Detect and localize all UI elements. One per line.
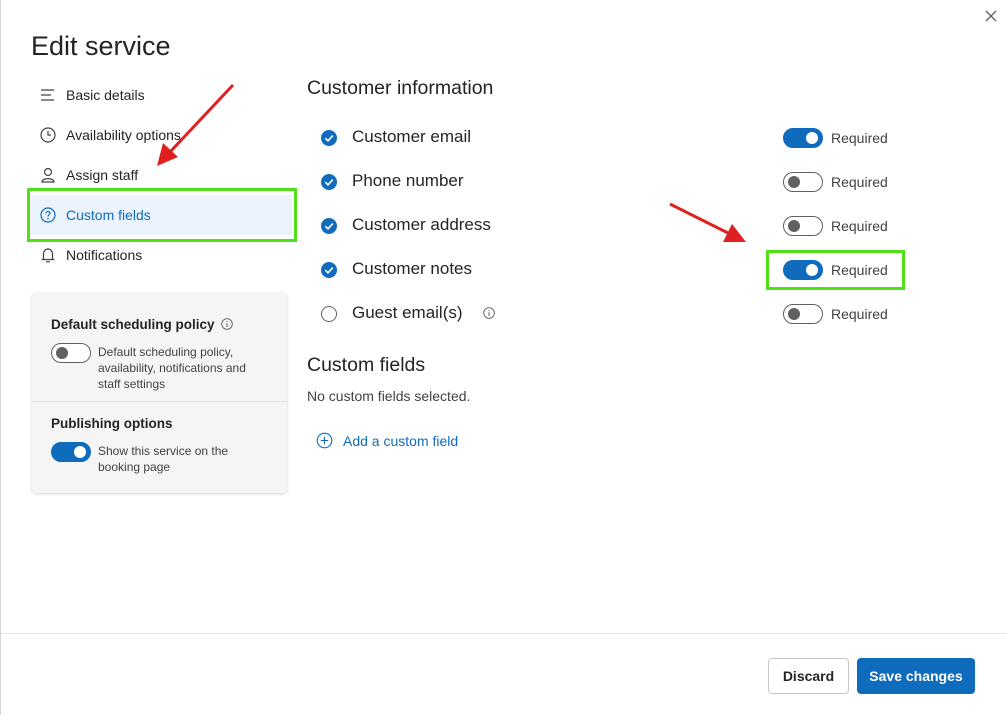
clock-icon [39,126,57,144]
nav-label: Basic details [66,87,145,103]
required-label: Required [831,306,888,322]
nav-label: Assign staff [66,167,139,183]
default-policy-title: Default scheduling policy [51,317,215,332]
add-custom-field-label: Add a custom field [343,432,459,449]
guest-emails-required-toggle[interactable] [783,304,823,324]
toggle-knob [788,176,800,188]
required-label: Required [831,218,888,234]
lines-icon [39,86,57,104]
customer-email-label: Customer email [352,127,472,146]
scheduling-policy-card: Default scheduling policy Default schedu… [32,293,287,493]
card-divider [32,401,287,402]
add-custom-field-button[interactable]: Add a custom field [316,432,458,449]
close-icon[interactable] [981,6,1001,26]
info-icon[interactable] [221,318,233,330]
bell-icon [39,246,57,264]
checkmark-icon [324,267,334,274]
toggle-knob [788,220,800,232]
publishing-toggle[interactable] [51,442,91,462]
checkmark-icon [324,179,334,186]
phone-number-checkbox[interactable] [321,174,337,190]
default-policy-description: Default scheduling policy, availability,… [98,345,246,391]
highlight-box-customer-notes-toggle [766,250,905,290]
nav-item-availability-options[interactable]: Availability options [31,115,292,155]
checkmark-icon [324,223,334,230]
publishing-description: Show this service on the booking page [98,444,229,474]
page-title: Edit service [31,31,171,61]
toggle-knob [56,347,68,359]
customer-address-required-toggle[interactable] [783,216,823,236]
custom-fields-title: Custom fields [307,354,426,376]
info-icon[interactable] [483,307,495,319]
customer-information-title: Customer information [307,77,494,99]
save-changes-button[interactable]: Save changes [857,658,975,694]
highlight-box-custom-fields [27,188,297,242]
customer-address-checkbox[interactable] [321,218,337,234]
customer-notes-label: Customer notes [352,259,472,278]
plus-circle-icon [316,432,333,449]
required-label: Required [831,130,888,146]
toggle-knob [74,446,86,458]
annotation-arrow-to-toggle [669,202,746,242]
guest-emails-checkbox[interactable] [321,306,337,322]
customer-email-required-toggle[interactable] [783,128,823,148]
toggle-knob [788,308,800,320]
toggle-knob [806,132,818,144]
customer-notes-checkbox[interactable] [321,262,337,278]
phone-number-label: Phone number [352,171,464,190]
footer-divider [1,633,1007,634]
phone-number-required-toggle[interactable] [783,172,823,192]
no-custom-fields-text: No custom fields selected. [307,388,471,404]
close-button[interactable] [981,6,1001,26]
nav-label: Notifications [66,247,143,263]
nav-item-basic-details[interactable]: Basic details [31,75,292,115]
discard-button[interactable]: Discard [768,658,849,694]
nav-label: Availability options [66,127,181,143]
guest-emails-label: Guest email(s) [352,303,463,322]
person-icon [39,166,57,184]
customer-email-checkbox[interactable] [321,130,337,146]
publishing-options-title: Publishing options [51,416,173,431]
checkmark-icon [324,135,334,142]
required-label: Required [831,174,888,190]
default-policy-toggle[interactable] [51,343,91,363]
customer-address-label: Customer address [352,215,491,234]
dialog-left-border [0,0,1,715]
